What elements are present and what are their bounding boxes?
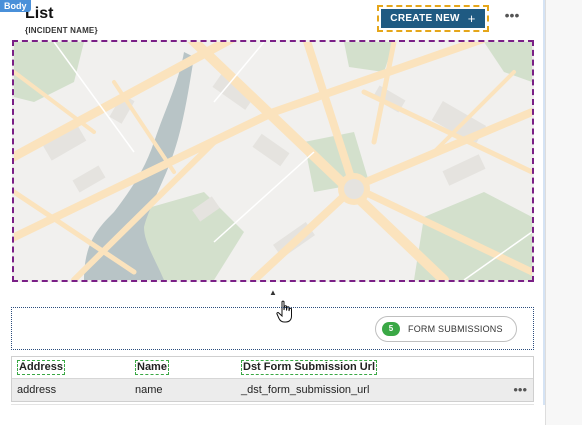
column-header-address[interactable]: Address (17, 360, 66, 375)
selection-tag: Body (0, 0, 31, 12)
right-panel-edge (545, 0, 582, 425)
map-illustration (14, 42, 532, 280)
table-row[interactable]: address name _dst_form_submission_url ••… (12, 379, 533, 401)
collapse-caret-icon[interactable]: ▲ (266, 287, 280, 299)
form-submissions-label: FORM SUBMISSIONS (408, 324, 503, 334)
plus-icon: + (467, 11, 476, 26)
create-new-label: CREATE NEW (390, 13, 460, 24)
table-header: Address Name Dst Form Submission Url (12, 357, 533, 379)
map-view[interactable] (12, 40, 534, 282)
cell-name: name (135, 384, 163, 396)
row-more-icon[interactable]: ••• (513, 382, 527, 397)
more-horizontal-icon[interactable]: ••• (503, 8, 521, 24)
form-submissions-button[interactable]: 5 FORM SUBMISSIONS (375, 316, 517, 342)
cell-dst-form-submission-url: _dst_form_submission_url (241, 384, 370, 396)
column-header-dst-form-submission-url[interactable]: Dst Form Submission Url (241, 360, 378, 375)
create-new-selection: CREATE NEW + (377, 5, 489, 32)
divider (11, 404, 534, 405)
cell-address: address (17, 384, 57, 396)
page-subtitle: {INCIDENT NAME} (25, 26, 98, 35)
column-header-name[interactable]: Name (135, 360, 169, 375)
create-new-button[interactable]: CREATE NEW + (381, 9, 485, 28)
data-table: Address Name Dst Form Submission Url add… (11, 356, 534, 402)
submission-count-badge: 5 (382, 322, 400, 336)
